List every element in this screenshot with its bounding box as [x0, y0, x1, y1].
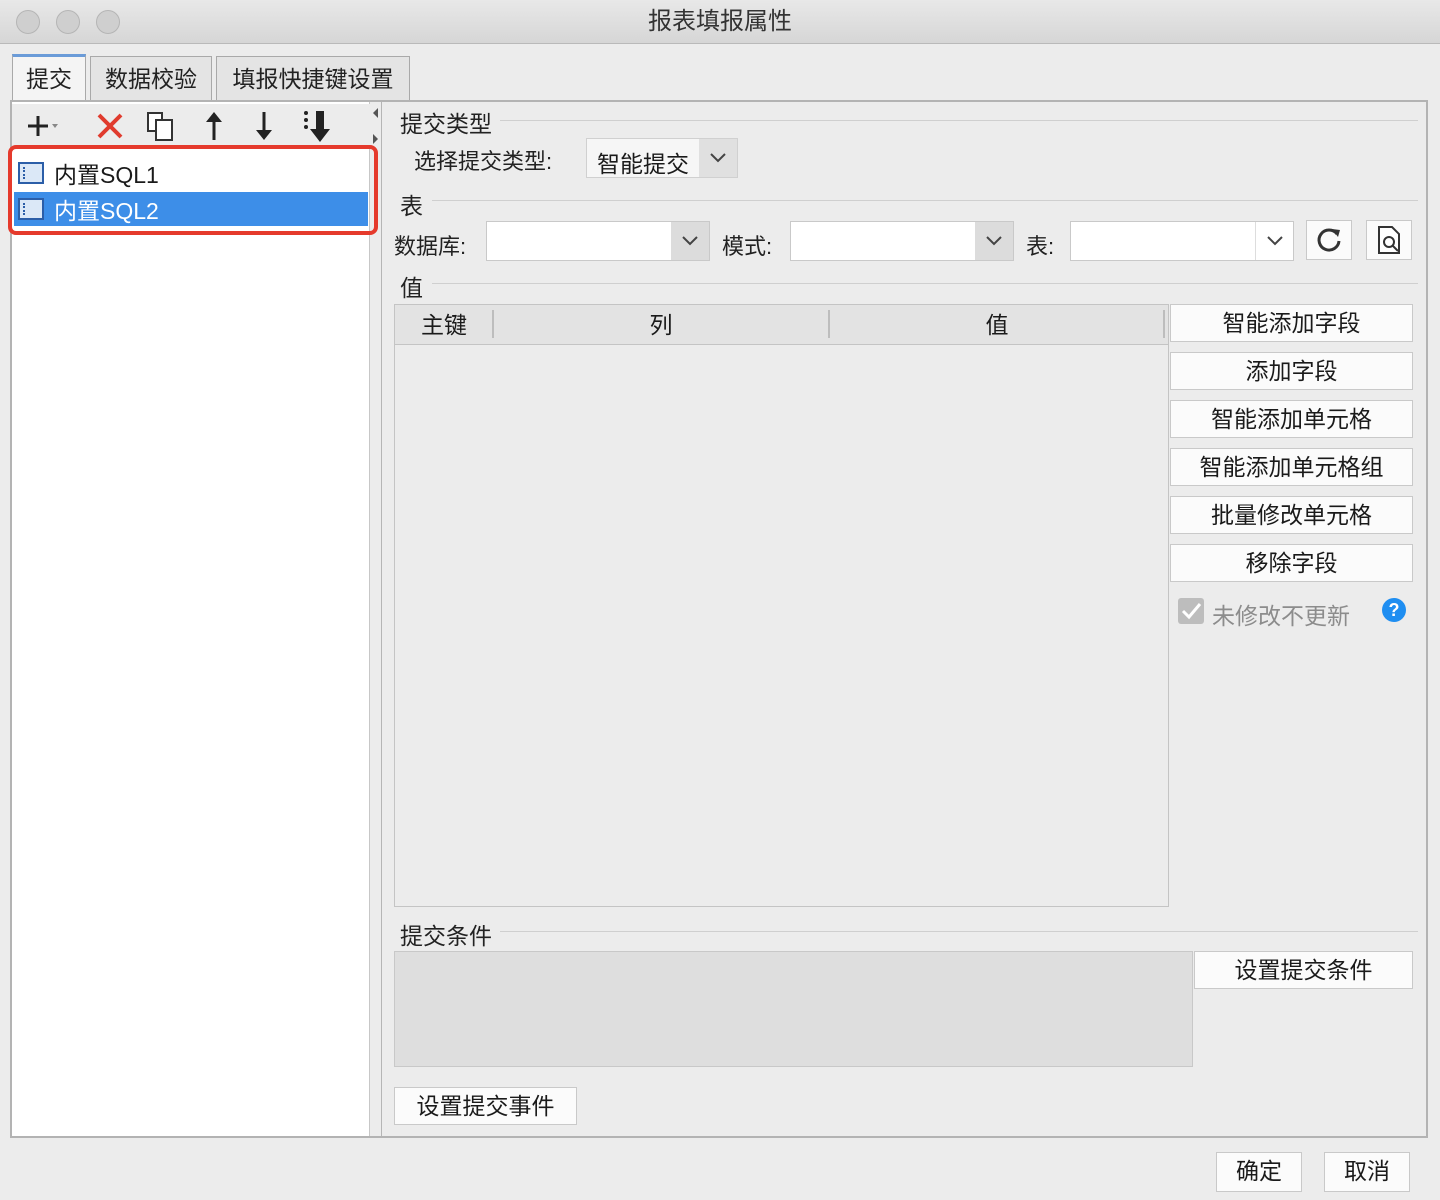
add-field-button[interactable]: 添加字段 [1170, 352, 1413, 390]
move-up-icon[interactable] [196, 108, 232, 144]
move-bottom-icon[interactable] [300, 108, 336, 144]
values-section-title: 值 [400, 275, 423, 301]
panel-splitter[interactable] [370, 102, 382, 1136]
section-divider [500, 931, 1418, 932]
no-update-label: 未修改不更新 [1212, 603, 1350, 629]
batch-modify-cell-button[interactable]: 批量修改单元格 [1170, 496, 1413, 534]
column-header-value[interactable]: 值 [830, 305, 1164, 345]
section-divider [432, 283, 1418, 284]
condition-section-title: 提交条件 [400, 923, 492, 949]
submit-type-value: 智能提交 [597, 151, 689, 177]
smart-add-field-button[interactable]: 智能添加字段 [1170, 304, 1413, 342]
annotation-highlight-box [8, 145, 378, 235]
preview-table-button[interactable] [1366, 220, 1412, 260]
remove-field-button[interactable]: 移除字段 [1170, 544, 1413, 582]
chevron-down-icon [975, 222, 1013, 260]
section-divider [432, 200, 1418, 201]
condition-display [394, 951, 1193, 1067]
submit-type-select[interactable]: 智能提交 [586, 138, 738, 178]
smart-add-cell-button[interactable]: 智能添加单元格 [1170, 400, 1413, 438]
move-down-icon[interactable] [246, 108, 282, 144]
tab-data-validation[interactable]: 数据校验 [90, 56, 212, 100]
submit-list-panel [12, 102, 370, 1136]
checkmark-icon [1181, 603, 1202, 620]
database-label: 数据库: [394, 234, 467, 259]
window-title: 报表填报属性 [648, 8, 792, 35]
section-divider [500, 120, 1418, 121]
table-select[interactable] [1070, 221, 1294, 261]
column-header-column[interactable]: 列 [494, 305, 828, 345]
refresh-button[interactable] [1306, 220, 1352, 260]
chevron-down-icon [1255, 222, 1293, 260]
ok-button[interactable]: 确定 [1216, 1152, 1302, 1192]
chevron-down-icon [671, 222, 709, 260]
no-update-checkbox[interactable] [1178, 598, 1204, 624]
table-section-title: 表 [400, 193, 423, 219]
submit-type-section-title: 提交类型 [400, 111, 492, 137]
schema-label: 模式: [722, 234, 773, 259]
set-submit-event-button[interactable]: 设置提交事件 [394, 1087, 577, 1125]
set-condition-button[interactable]: 设置提交条件 [1194, 951, 1413, 989]
schema-select[interactable] [790, 221, 1014, 261]
tab-submit[interactable]: 提交 [12, 54, 86, 102]
smart-add-cell-group-button[interactable]: 智能添加单元格组 [1170, 448, 1413, 486]
copy-icon[interactable] [142, 108, 178, 144]
table-label: 表: [1026, 234, 1055, 259]
preview-icon [1378, 226, 1400, 254]
chevron-down-icon [699, 139, 737, 177]
help-icon[interactable]: ? [1382, 598, 1406, 622]
cancel-button[interactable]: 取消 [1324, 1152, 1410, 1192]
values-table[interactable] [394, 304, 1169, 907]
refresh-icon [1317, 228, 1341, 252]
column-divider[interactable] [1163, 310, 1165, 338]
database-select[interactable] [486, 221, 710, 261]
add-icon[interactable] [24, 108, 60, 144]
column-header-primary-key[interactable]: 主键 [396, 305, 492, 345]
tab-shortcut-settings[interactable]: 填报快捷键设置 [216, 56, 410, 100]
delete-icon[interactable] [92, 108, 128, 144]
submit-type-label: 选择提交类型: [414, 149, 553, 174]
